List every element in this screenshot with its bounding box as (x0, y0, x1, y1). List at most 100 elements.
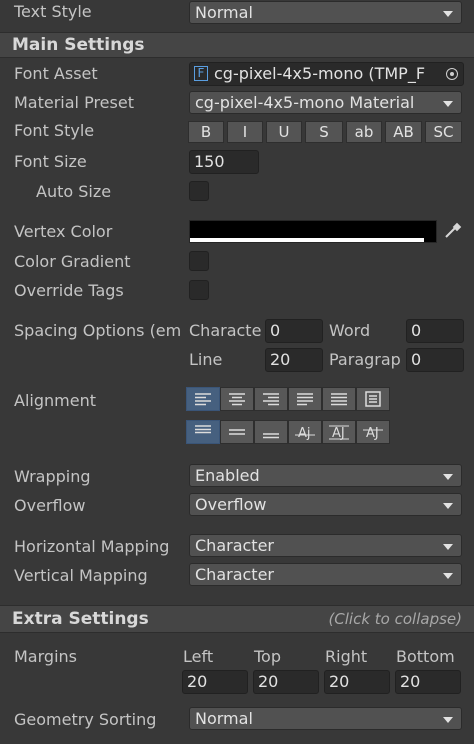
italic-button[interactable]: I (227, 121, 263, 143)
align-bottom-button[interactable] (254, 420, 288, 444)
vertical-mapping-label: Vertical Mapping (14, 566, 148, 585)
extra-settings-title: Extra Settings (12, 609, 149, 629)
overflow-label: Overflow (14, 496, 86, 515)
main-settings-title: Main Settings (12, 35, 145, 55)
align-flush-icon (331, 393, 347, 406)
color-gradient-label: Color Gradient (14, 252, 131, 271)
chevron-down-icon (443, 717, 453, 723)
object-picker-icon[interactable] (446, 68, 458, 80)
align-capline-button[interactable]: AJ (356, 420, 390, 444)
color-gradient-checkbox[interactable] (189, 251, 209, 271)
alpha-bar (190, 238, 424, 242)
horizontal-mapping-label: Horizontal Mapping (14, 537, 170, 556)
margin-top-input[interactable]: 20 (253, 670, 319, 694)
geometry-sorting-value: Normal (195, 709, 253, 728)
margin-left-input[interactable]: 20 (182, 670, 248, 694)
font-style-label: Font Style (14, 121, 95, 140)
align-right-button[interactable] (254, 387, 288, 411)
align-center-button[interactable] (220, 387, 254, 411)
vertex-color-swatch[interactable] (189, 220, 437, 243)
extra-settings-header[interactable]: Extra Settings (Click to collapse) (0, 605, 474, 633)
align-baseline-button[interactable]: Aj (288, 420, 322, 444)
chevron-down-icon (443, 101, 453, 107)
material-preset-value: cg-pixel-4x5-mono Material (195, 93, 415, 112)
margin-bottom-label: Bottom (396, 647, 455, 666)
font-size-input[interactable]: 150 (189, 150, 259, 174)
font-asset-icon: F (194, 66, 208, 81)
main-settings-header[interactable]: Main Settings (0, 32, 474, 58)
lowercase-button[interactable]: ab (346, 121, 382, 143)
word-spacing-input[interactable]: 0 (406, 319, 464, 343)
align-justified-button[interactable] (288, 387, 322, 411)
eyedropper-icon[interactable] (440, 220, 464, 243)
margin-bottom-input[interactable]: 20 (395, 670, 461, 694)
align-geometry-center-button[interactable] (356, 387, 390, 411)
smallcaps-button[interactable]: SC (425, 121, 462, 143)
margin-right-label: Right (325, 647, 368, 666)
align-right-icon (263, 393, 279, 406)
align-center-icon (229, 393, 245, 406)
collapse-hint: (Click to collapse) (328, 610, 462, 628)
margin-top-label: Top (254, 647, 281, 666)
chevron-down-icon (443, 503, 453, 509)
uppercase-button[interactable]: AB (385, 121, 422, 143)
wrapping-value: Enabled (195, 466, 260, 485)
align-midline-button[interactable]: AJ (322, 420, 356, 444)
horizontal-mapping-value: Character (195, 536, 274, 555)
line-spacing-label: Line (189, 350, 223, 369)
text-style-value: Normal (195, 3, 253, 22)
chevron-down-icon (443, 474, 453, 480)
svg-text:Aj: Aj (298, 426, 311, 440)
vertical-mapping-dropdown[interactable]: Character (189, 563, 462, 586)
align-geometry-center-icon (365, 391, 381, 407)
chevron-down-icon (443, 573, 453, 579)
text-style-label: Text Style (14, 2, 92, 21)
align-middle-icon (229, 429, 245, 435)
font-size-label: Font Size (14, 152, 87, 171)
character-spacing-input[interactable]: 0 (265, 319, 323, 343)
geometry-sorting-dropdown[interactable]: Normal (189, 707, 462, 730)
auto-size-checkbox[interactable] (189, 181, 209, 201)
text-style-dropdown[interactable]: Normal (189, 1, 462, 24)
font-asset-label: Font Asset (14, 64, 98, 83)
align-capline-icon: AJ (363, 426, 383, 440)
underline-button[interactable]: U (266, 121, 302, 143)
wrapping-label: Wrapping (14, 467, 91, 486)
strikethrough-button[interactable]: S (305, 121, 343, 143)
line-spacing-input[interactable]: 20 (265, 348, 323, 372)
margins-label: Margins (14, 647, 77, 666)
overflow-dropdown[interactable]: Overflow (189, 493, 462, 516)
align-middle-button[interactable] (220, 420, 254, 444)
font-asset-field[interactable]: F cg-pixel-4x5-mono (TMP_F (189, 62, 464, 86)
svg-text:AJ: AJ (332, 426, 345, 440)
chevron-down-icon (443, 544, 453, 550)
margin-right-input[interactable]: 20 (324, 670, 390, 694)
align-midline-icon: AJ (329, 425, 349, 440)
vertical-mapping-value: Character (195, 565, 274, 584)
horizontal-mapping-dropdown[interactable]: Character (189, 534, 462, 557)
wrapping-dropdown[interactable]: Enabled (189, 464, 462, 487)
override-tags-label: Override Tags (14, 281, 124, 300)
paragraph-spacing-input[interactable]: 0 (406, 348, 464, 372)
align-left-icon (195, 393, 211, 406)
font-asset-value: cg-pixel-4x5-mono (TMP_F (214, 64, 426, 83)
alignment-label: Alignment (14, 391, 96, 410)
margin-left-label: Left (183, 647, 214, 666)
character-spacing-label: Characte (189, 321, 262, 340)
paragraph-spacing-label: Paragrap (329, 350, 401, 369)
align-top-icon (195, 425, 211, 434)
align-top-button[interactable] (186, 420, 220, 444)
material-preset-dropdown[interactable]: cg-pixel-4x5-mono Material (189, 91, 462, 114)
override-tags-checkbox[interactable] (189, 280, 209, 300)
geometry-sorting-label: Geometry Sorting (14, 710, 157, 729)
vertex-color-label: Vertex Color (14, 222, 113, 241)
material-preset-label: Material Preset (14, 93, 134, 112)
auto-size-label: Auto Size (36, 182, 112, 201)
svg-text:AJ: AJ (366, 426, 379, 440)
chevron-down-icon (443, 11, 453, 17)
align-bottom-icon (263, 433, 279, 439)
align-left-button[interactable] (186, 387, 220, 411)
bold-button[interactable]: B (188, 121, 224, 143)
align-flush-button[interactable] (322, 387, 356, 411)
align-baseline-icon: Aj (295, 426, 315, 440)
